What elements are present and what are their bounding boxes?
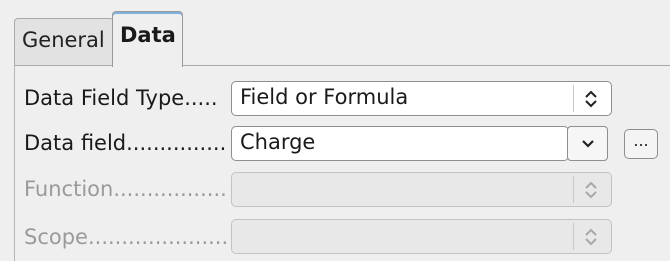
function-select[interactable] — [231, 172, 612, 207]
data-field-label: Data field............... — [24, 131, 227, 155]
up-down-arrows-icon[interactable] — [573, 176, 607, 203]
up-down-arrows-icon[interactable] — [573, 85, 607, 112]
tab-bar: General Data — [0, 0, 670, 67]
data-field-value: Charge — [240, 130, 316, 154]
tab-general[interactable]: General — [14, 18, 114, 65]
data-field-input[interactable]: Charge — [231, 126, 569, 161]
data-field-dropdown-button[interactable] — [567, 126, 608, 161]
scope-label: Scope....................... — [24, 225, 229, 249]
function-label: Function.................. — [24, 177, 229, 201]
tab-panel-left-border — [14, 65, 15, 261]
scope-select[interactable] — [231, 219, 612, 254]
tab-data[interactable]: Data — [112, 11, 183, 67]
data-field-type-label: Data Field Type..... — [24, 86, 218, 110]
up-down-arrows-icon[interactable] — [573, 223, 607, 250]
chevron-down-icon — [582, 140, 594, 148]
data-field-type-value: Field or Formula — [240, 85, 409, 109]
data-field-type-select[interactable]: Field or Formula — [231, 81, 612, 116]
data-field-more-button[interactable]: ... — [624, 129, 658, 159]
